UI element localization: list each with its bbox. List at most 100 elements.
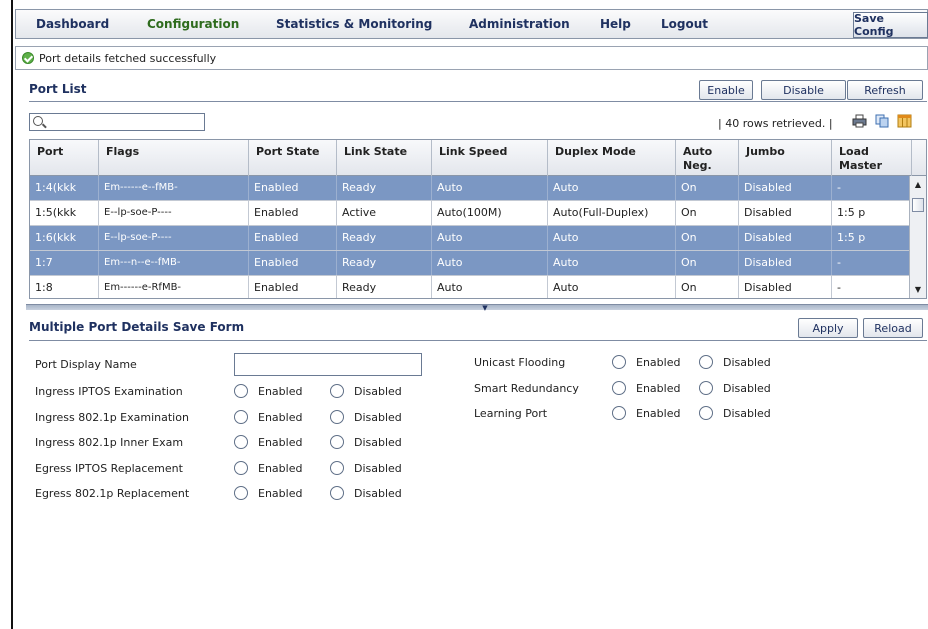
- disabled-radio[interactable]: [699, 406, 713, 420]
- column-header-port[interactable]: Port: [30, 140, 99, 176]
- cell-port: 1:7: [30, 251, 99, 275]
- refresh-button[interactable]: Refresh: [847, 80, 923, 100]
- disabled-radio[interactable]: [330, 460, 344, 475]
- cell-link-state: Ready: [337, 251, 432, 275]
- form-field-label: Unicast Flooding: [474, 356, 566, 369]
- column-header-link-speed[interactable]: Link Speed: [432, 140, 548, 176]
- copy-icon[interactable]: [875, 114, 890, 128]
- disabled-radio[interactable]: [330, 435, 344, 449]
- cell-auto-neg: On: [676, 251, 739, 275]
- table-row[interactable]: 1:6(kkk E--lp-soe-P---- Enabled Ready Auto Au…: [30, 226, 910, 251]
- nav-dashboard[interactable]: Dashboard: [36, 17, 109, 31]
- enabled-radio[interactable]: [234, 384, 248, 398]
- print-icon[interactable]: [852, 114, 867, 128]
- disabled-radio[interactable]: [699, 380, 713, 395]
- form-field-label: Smart Redundancy: [474, 381, 579, 395]
- enabled-label: Enabled: [258, 436, 303, 449]
- column-header-port-state[interactable]: Port State: [249, 140, 337, 176]
- disable-button[interactable]: Disable: [761, 80, 846, 100]
- cell-jumbo: Disabled: [739, 251, 832, 275]
- column-header-flags[interactable]: Flags: [99, 140, 249, 176]
- panel-splitter[interactable]: ▼: [26, 304, 928, 312]
- table-scrollbar[interactable]: ▲ ▼: [909, 176, 926, 298]
- cell-load-master: -: [832, 276, 910, 298]
- form-field-label: Egress IPTOS Replacement: [35, 461, 183, 475]
- display-name-label: Port Display Name: [35, 358, 137, 371]
- nav-statistics[interactable]: Statistics & Monitoring: [276, 17, 432, 31]
- cell-port: 1:8: [30, 276, 99, 298]
- divider: [29, 101, 927, 102]
- cell-port: 1:6(kkk: [30, 226, 99, 250]
- enabled-radio[interactable]: [234, 486, 248, 500]
- enabled-radio[interactable]: [234, 409, 248, 424]
- cell-link-speed: Auto: [432, 176, 548, 200]
- cell-flags: Em------e-RfMB-: [99, 276, 249, 298]
- disabled-label: Disabled: [354, 461, 402, 475]
- cell-flags: E--lp-soe-P----: [99, 201, 249, 225]
- disabled-label: Disabled: [723, 381, 771, 395]
- cell-port-state: Enabled: [249, 201, 337, 225]
- enabled-radio[interactable]: [612, 355, 626, 369]
- disabled-label: Disabled: [723, 356, 771, 369]
- status-bar: Port details fetched successfully: [15, 46, 928, 70]
- reload-button[interactable]: Reload: [863, 318, 923, 338]
- table-row[interactable]: 1:5(kkk E--lp-soe-P---- Enabled Active Auto(…: [30, 201, 910, 226]
- save-config-button[interactable]: Save Config: [853, 12, 928, 38]
- cell-link-speed: Auto(100M): [432, 201, 548, 225]
- cell-link-speed: Auto: [432, 251, 548, 275]
- columns-icon[interactable]: [897, 114, 912, 128]
- column-header-load-master[interactable]: Load Master: [832, 140, 912, 176]
- disabled-label: Disabled: [354, 436, 402, 449]
- cell-port-state: Enabled: [249, 226, 337, 250]
- disabled-label: Disabled: [354, 385, 402, 398]
- table-row[interactable]: 1:8 Em------e-RfMB- Enabled Ready Auto Auto On…: [30, 276, 910, 298]
- scroll-thumb[interactable]: [912, 198, 924, 212]
- cell-port: 1:5(kkk: [30, 201, 99, 225]
- cell-load-master: -: [832, 251, 910, 275]
- display-name-field[interactable]: [234, 353, 422, 376]
- success-icon: [22, 52, 34, 64]
- port-table: Port Flags Port State Link State Link Sp…: [29, 139, 927, 299]
- search-input[interactable]: [48, 115, 198, 129]
- enabled-radio[interactable]: [612, 380, 626, 395]
- apply-button[interactable]: Apply: [798, 318, 858, 338]
- disabled-label: Disabled: [723, 407, 771, 420]
- disabled-radio[interactable]: [330, 384, 344, 398]
- column-header-link-state[interactable]: Link State: [337, 140, 432, 176]
- cell-duplex-mode: Auto: [548, 176, 676, 200]
- disabled-radio[interactable]: [699, 355, 713, 369]
- column-header-jumbo[interactable]: Jumbo: [739, 140, 832, 176]
- enabled-label: Enabled: [636, 381, 681, 395]
- enabled-radio[interactable]: [234, 435, 248, 449]
- top-navigation: Dashboard Configuration Statistics & Mon…: [15, 9, 928, 39]
- scroll-up-icon[interactable]: ▲: [912, 179, 924, 191]
- table-row[interactable]: 1:4(kkk Em------e--fMB- Enabled Ready Auto Au…: [30, 176, 910, 201]
- disabled-radio[interactable]: [330, 409, 344, 424]
- enable-button[interactable]: Enable: [699, 80, 753, 100]
- disabled-radio[interactable]: [330, 486, 344, 500]
- enabled-radio[interactable]: [234, 460, 248, 475]
- nav-logout[interactable]: Logout: [661, 17, 708, 31]
- app-frame: Dashboard Configuration Statistics & Mon…: [11, 0, 928, 629]
- form-field-label: Ingress 802.1p Inner Exam: [35, 436, 184, 449]
- scroll-down-icon[interactable]: ▼: [912, 284, 924, 296]
- nav-help[interactable]: Help: [600, 17, 631, 31]
- form-title: Multiple Port Details Save Form: [29, 320, 245, 334]
- cell-jumbo: Disabled: [739, 226, 832, 250]
- column-header-duplex-mode[interactable]: Duplex Mode: [548, 140, 676, 176]
- form-field-label: Ingress IPTOS Examination: [35, 385, 183, 398]
- nav-administration[interactable]: Administration: [469, 17, 570, 31]
- form-field-label: Learning Port: [474, 407, 548, 420]
- nav-configuration[interactable]: Configuration: [147, 17, 239, 31]
- cell-port: 1:4(kkk: [30, 176, 99, 200]
- cell-duplex-mode: Auto: [548, 276, 676, 298]
- disabled-label: Disabled: [354, 487, 402, 500]
- column-header-auto-neg[interactable]: Auto Neg.: [676, 140, 739, 176]
- enabled-radio[interactable]: [612, 406, 626, 420]
- cell-auto-neg: On: [676, 176, 739, 200]
- enabled-label: Enabled: [258, 461, 303, 475]
- collapse-arrow-icon[interactable]: ▼: [470, 305, 500, 312]
- cell-duplex-mode: Auto: [548, 251, 676, 275]
- table-row[interactable]: 1:7 Em---n--e--fMB- Enabled Ready Auto Auto On…: [30, 251, 910, 276]
- cell-load-master: 1:5 p: [832, 201, 910, 225]
